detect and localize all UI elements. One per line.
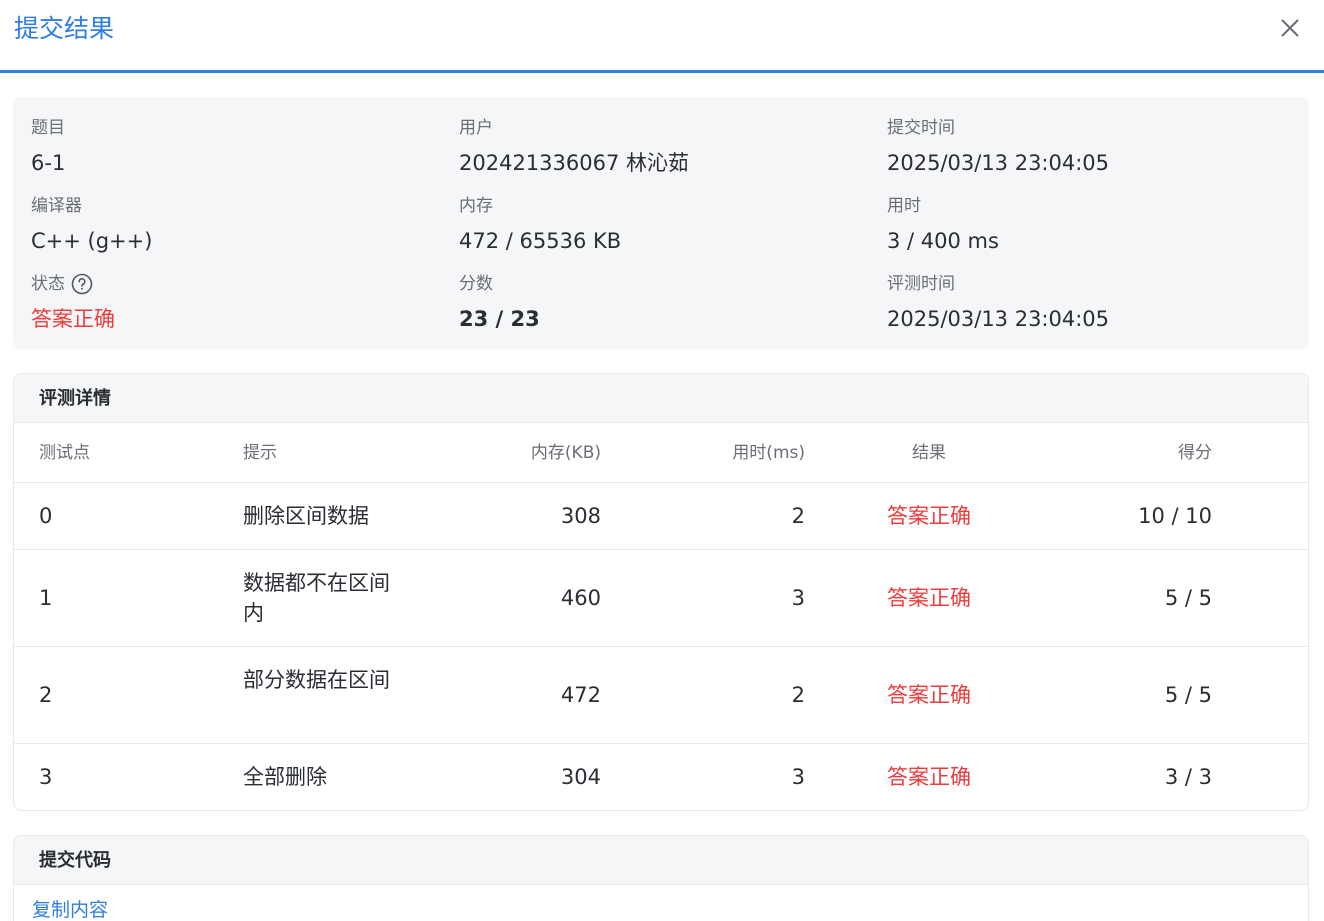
submit-time-label: 提交时间 <box>887 118 955 138</box>
help-circle-icon[interactable] <box>71 273 93 295</box>
case-time: 3 <box>791 586 805 610</box>
judge-time-value: 2025/03/13 23:04:05 <box>887 307 1110 331</box>
column-hint: 提示 <box>243 443 277 463</box>
info-judge-time: 评测时间 2025/03/13 23:04:05 <box>887 272 1109 334</box>
case-memory: 304 <box>560 765 601 789</box>
case-result: 答案正确 <box>887 765 971 789</box>
case-result: 答案正确 <box>887 683 971 707</box>
compiler-label: 编译器 <box>31 196 82 216</box>
column-score: 得分 <box>1178 443 1212 463</box>
case-id: 0 <box>39 504 53 528</box>
status-label: 状态 <box>31 274 65 294</box>
score-label: 分数 <box>459 274 493 294</box>
time-used-value: 3 / 400 ms <box>887 229 999 253</box>
close-icon[interactable] <box>1274 12 1306 44</box>
table-row: 1 数据都不在区间内 460 3 答案正确 5 / 5 <box>14 550 1308 647</box>
case-memory: 472 <box>560 683 601 707</box>
submission-info-card: 题目 6-1 用户 202421336067 林沁茹 提交时间 2025/03/… <box>13 97 1309 349</box>
user-label: 用户 <box>459 118 493 138</box>
problem-value: 6-1 <box>31 151 66 175</box>
info-submit-time: 提交时间 2025/03/13 23:04:05 <box>887 116 1109 178</box>
dialog-title: 提交结果 <box>14 14 115 43</box>
case-score: 5 / 5 <box>1164 586 1212 610</box>
user-value: 202421336067 林沁茹 <box>459 151 690 175</box>
judge-details-title: 评测详情 <box>14 374 1308 423</box>
case-id: 3 <box>39 765 53 789</box>
info-memory: 内存 472 / 65536 KB <box>459 194 621 256</box>
case-id: 2 <box>39 683 53 707</box>
judge-details-card: 评测详情 测试点 提示 内存(KB) 用时(ms) 结果 得分 0 删除区间数据… <box>13 373 1309 811</box>
case-score: 10 / 10 <box>1138 504 1212 528</box>
copy-content-link[interactable]: 复制内容 <box>32 897 108 921</box>
dialog-header: 提交结果 <box>0 0 1324 73</box>
info-time-used: 用时 3 / 400 ms <box>887 194 999 256</box>
case-time: 3 <box>791 765 805 789</box>
info-compiler: 编译器 C++ (g++) <box>31 194 152 256</box>
compiler-value: C++ (g++) <box>31 229 153 253</box>
column-memory: 内存(KB) <box>530 443 601 463</box>
info-score: 分数 23 / 23 <box>459 272 540 334</box>
case-hint: 部分数据在区间 <box>243 668 390 692</box>
case-hint: 数据都不在区间内 <box>243 571 390 625</box>
case-id: 1 <box>39 586 53 610</box>
column-case: 测试点 <box>39 443 90 463</box>
submitted-code-card: 提交代码 复制内容 <box>13 835 1309 921</box>
case-memory: 308 <box>560 504 601 528</box>
judge-time-label: 评测时间 <box>887 274 955 294</box>
memory-label: 内存 <box>459 196 493 216</box>
case-hint: 删除区间数据 <box>243 504 369 528</box>
memory-value: 472 / 65536 KB <box>459 229 622 253</box>
submitted-code-title: 提交代码 <box>14 836 1308 885</box>
column-result: 结果 <box>912 443 946 463</box>
case-hint: 全部删除 <box>243 765 327 789</box>
submit-time-value: 2025/03/13 23:04:05 <box>887 151 1110 175</box>
case-memory: 460 <box>560 586 601 610</box>
case-time: 2 <box>791 504 805 528</box>
table-header: 测试点 提示 内存(KB) 用时(ms) 结果 得分 <box>14 423 1308 483</box>
score-value: 23 / 23 <box>459 307 540 331</box>
case-score: 5 / 5 <box>1164 683 1212 707</box>
case-result: 答案正确 <box>887 586 971 610</box>
table-row: 2 部分数据在区间 472 2 答案正确 5 / 5 <box>14 647 1308 744</box>
column-time: 用时(ms) <box>732 443 805 463</box>
case-time: 2 <box>791 683 805 707</box>
time-used-label: 用时 <box>887 196 921 216</box>
status-badge: 答案正确 <box>31 307 115 331</box>
info-problem: 题目 6-1 <box>31 116 65 178</box>
case-result: 答案正确 <box>887 504 971 528</box>
table-row: 3 全部删除 304 3 答案正确 3 / 3 <box>14 744 1308 810</box>
info-user: 用户 202421336067 林沁茹 <box>459 116 689 178</box>
table-row: 0 删除区间数据 308 2 答案正确 10 / 10 <box>14 483 1308 550</box>
problem-label: 题目 <box>31 118 65 138</box>
info-status: 状态 答案正确 <box>31 272 115 334</box>
case-score: 3 / 3 <box>1164 765 1212 789</box>
